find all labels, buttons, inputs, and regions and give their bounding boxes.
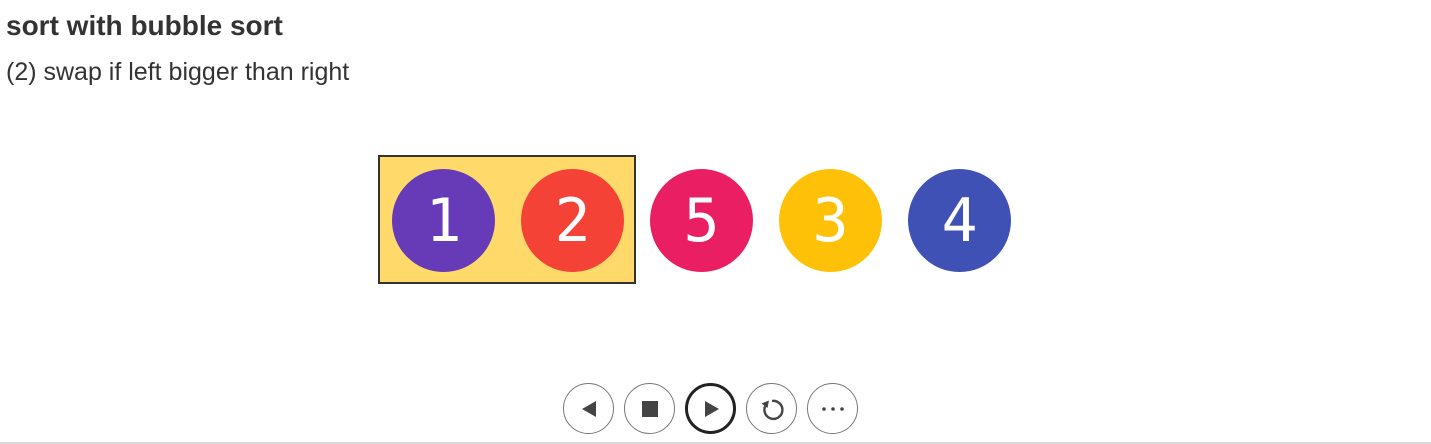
previous-icon — [581, 400, 596, 417]
restart-button[interactable] — [746, 383, 797, 434]
restart-icon — [761, 399, 784, 420]
array-item-4: 3 — [779, 169, 882, 272]
stop-icon — [641, 400, 658, 417]
array-item-5: 4 — [908, 169, 1011, 272]
step-description: (2) swap if left bigger than right — [6, 58, 350, 86]
more-icon — [821, 406, 844, 411]
playback-controls — [563, 383, 858, 434]
play-icon — [704, 400, 719, 417]
page-title: sort with bubble sort — [6, 10, 283, 41]
more-button[interactable] — [807, 383, 858, 434]
array-item-3: 5 — [650, 169, 753, 272]
stop-button[interactable] — [624, 383, 675, 434]
array-item-2: 2 — [521, 169, 624, 272]
previous-button[interactable] — [563, 383, 614, 434]
play-button[interactable] — [685, 383, 736, 434]
array-item-1: 1 — [392, 169, 495, 272]
page: sort with bubble sort (2) swap if left b… — [0, 0, 1431, 444]
